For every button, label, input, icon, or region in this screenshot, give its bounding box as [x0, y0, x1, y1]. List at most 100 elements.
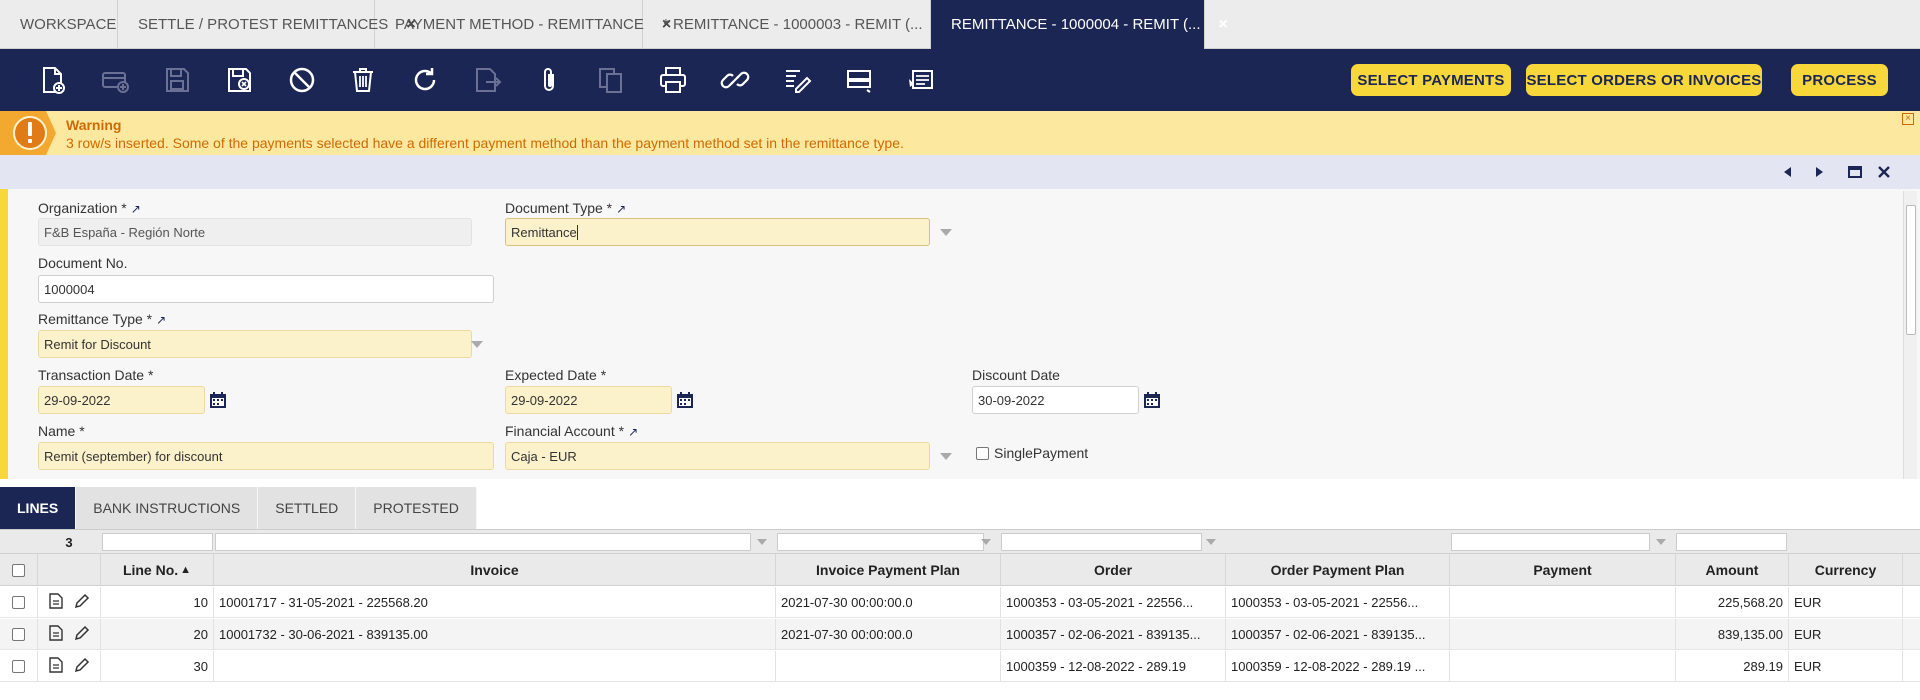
- row-checkbox[interactable]: [12, 660, 25, 673]
- column-header-invoice-payment-plan[interactable]: Invoice Payment Plan: [776, 554, 1001, 586]
- column-header-order[interactable]: Order: [1001, 554, 1226, 586]
- tab-settled[interactable]: SETTLED: [258, 487, 357, 529]
- refresh-icon[interactable]: [406, 61, 444, 99]
- undo-icon[interactable]: [283, 61, 321, 99]
- transaction-date-label: Transaction Date *: [38, 367, 154, 383]
- line-no-cell: 30: [101, 651, 214, 682]
- maximize-icon[interactable]: [1846, 163, 1864, 181]
- row-checkbox[interactable]: [12, 596, 25, 609]
- tab-settle-protest-remittances[interactable]: SETTLE / PROTEST REMITTANCES ×: [118, 0, 416, 49]
- payment-cell: [1450, 587, 1676, 618]
- delete-icon[interactable]: [344, 61, 382, 99]
- amount-cell: 289.19: [1676, 651, 1789, 682]
- single-payment-checkbox[interactable]: [976, 447, 989, 460]
- column-header-payment[interactable]: Payment: [1450, 554, 1676, 586]
- table-row[interactable]: 10 10001717 - 31-05-2021 - 225568.20 202…: [0, 587, 1920, 618]
- transaction-date-field[interactable]: 29-09-2022: [38, 386, 205, 414]
- calendar-icon[interactable]: [1143, 391, 1161, 409]
- close-icon[interactable]: ×: [1902, 113, 1914, 125]
- filter-line-no[interactable]: [102, 533, 213, 551]
- chevron-down-icon[interactable]: [940, 453, 952, 460]
- chevron-down-icon[interactable]: [1656, 539, 1666, 545]
- calendar-icon[interactable]: [209, 391, 227, 409]
- row-actions-cell: [38, 619, 101, 650]
- audit-trail-icon[interactable]: [778, 61, 816, 99]
- new-row-icon[interactable]: [96, 61, 134, 99]
- financial-account-label: Financial Account * ↗: [505, 423, 639, 439]
- close-form-icon[interactable]: [1875, 163, 1893, 181]
- save-close-icon[interactable]: [220, 61, 258, 99]
- link-icon: ↗: [156, 313, 167, 327]
- filter-amount[interactable]: [1676, 533, 1787, 551]
- order-payment-plan-cell: 1000359 - 12-08-2022 - 289.19 ...: [1226, 651, 1450, 682]
- link-icon[interactable]: [716, 61, 754, 99]
- link-icon: ↗: [628, 425, 639, 439]
- chevron-down-icon[interactable]: [1206, 539, 1216, 545]
- filter-invoice[interactable]: [215, 533, 751, 551]
- record-count: 3: [65, 534, 73, 550]
- new-document-icon[interactable]: [33, 61, 71, 99]
- window-tab-bar: WORKSPACE SETTLE / PROTEST REMITTANCES ×…: [0, 0, 1920, 49]
- amount-cell: 225,568.20: [1676, 587, 1789, 618]
- edit-pencil-icon[interactable]: [74, 625, 90, 644]
- document-icon[interactable]: [48, 593, 63, 612]
- order-payment-plan-cell: 1000357 - 02-06-2021 - 839135...: [1226, 619, 1450, 650]
- discount-date-field[interactable]: 30-09-2022: [972, 386, 1139, 414]
- select-payments-button[interactable]: SELECT PAYMENTS: [1351, 64, 1511, 96]
- filter-order[interactable]: [1001, 533, 1202, 551]
- chevron-down-icon[interactable]: [757, 539, 767, 545]
- warning-icon: [0, 111, 56, 155]
- print-icon[interactable]: [654, 61, 692, 99]
- scrollbar-thumb[interactable]: [1906, 205, 1916, 335]
- column-header-order-payment-plan[interactable]: Order Payment Plan: [1226, 554, 1450, 586]
- next-record-icon[interactable]: [1810, 163, 1828, 181]
- save-icon[interactable]: [158, 61, 196, 99]
- previous-record-icon[interactable]: [1779, 163, 1797, 181]
- document-no-field[interactable]: 1000004: [38, 275, 494, 303]
- tab-remittance-1000004[interactable]: REMITTANCE - 1000004 - REMIT (... ×: [931, 0, 1228, 49]
- document-icon[interactable]: [48, 625, 63, 644]
- tab-payment-method-remittance[interactable]: PAYMENT METHOD - REMITTANCE ×: [375, 0, 671, 49]
- edit-pencil-icon[interactable]: [74, 593, 90, 612]
- calendar-icon[interactable]: [676, 391, 694, 409]
- expected-date-field[interactable]: 29-09-2022: [505, 386, 672, 414]
- column-header-amount[interactable]: Amount: [1676, 554, 1789, 586]
- document-icon[interactable]: [48, 657, 63, 676]
- invoice-cell: [214, 651, 776, 682]
- tab-lines[interactable]: LINES: [0, 487, 77, 529]
- organization-field[interactable]: F&B España - Región Norte: [38, 218, 472, 246]
- document-type-field[interactable]: Remittance: [505, 218, 930, 246]
- table-row[interactable]: 30 1000359 - 12-08-2022 - 289.19 1000359…: [0, 651, 1920, 682]
- select-all-checkbox[interactable]: [12, 563, 25, 577]
- tab-bank-instructions[interactable]: BANK INSTRUCTIONS: [76, 487, 259, 529]
- remittance-type-field[interactable]: Remit for Discount: [38, 330, 472, 358]
- table-row[interactable]: 20 10001732 - 30-06-2021 - 839135.00 202…: [0, 619, 1920, 650]
- amount-cell: 839,135.00: [1676, 619, 1789, 650]
- export-icon[interactable]: [468, 61, 506, 99]
- copy-record-icon[interactable]: [592, 61, 630, 99]
- select-orders-invoices-button[interactable]: SELECT ORDERS OR INVOICES: [1526, 64, 1762, 96]
- process-button[interactable]: PROCESS: [1791, 64, 1888, 96]
- chevron-down-icon[interactable]: [471, 341, 483, 348]
- tab-protested[interactable]: PROTESTED: [356, 487, 477, 529]
- tab-workspace[interactable]: WORKSPACE: [0, 0, 118, 49]
- financial-account-field[interactable]: Caja - EUR: [505, 442, 930, 470]
- tab-remittance-1000003[interactable]: * REMITTANCE - 1000003 - REMIT (... ×: [643, 0, 950, 49]
- column-header-invoice[interactable]: Invoice: [214, 554, 776, 586]
- notes-icon[interactable]: [902, 61, 940, 99]
- row-checkbox[interactable]: [12, 628, 25, 641]
- column-header-currency[interactable]: Currency: [1789, 554, 1903, 586]
- close-icon[interactable]: ×: [1219, 16, 1228, 34]
- name-field[interactable]: Remit (september) for discount: [38, 442, 494, 470]
- chevron-down-icon[interactable]: [940, 229, 952, 236]
- toggle-grid-icon[interactable]: [840, 61, 878, 99]
- column-header-line-no[interactable]: Line No. ▲: [101, 554, 214, 586]
- form-scrollbar[interactable]: [1903, 191, 1917, 479]
- filter-payment[interactable]: [1451, 533, 1650, 551]
- remittance-type-label: Remittance Type * ↗: [38, 311, 167, 327]
- attachment-icon[interactable]: [530, 61, 568, 99]
- order-cell: 1000353 - 03-05-2021 - 22556...: [1001, 587, 1226, 618]
- filter-invoice-payment-plan[interactable]: [777, 533, 984, 551]
- chevron-down-icon[interactable]: [981, 539, 991, 545]
- edit-pencil-icon[interactable]: [74, 657, 90, 676]
